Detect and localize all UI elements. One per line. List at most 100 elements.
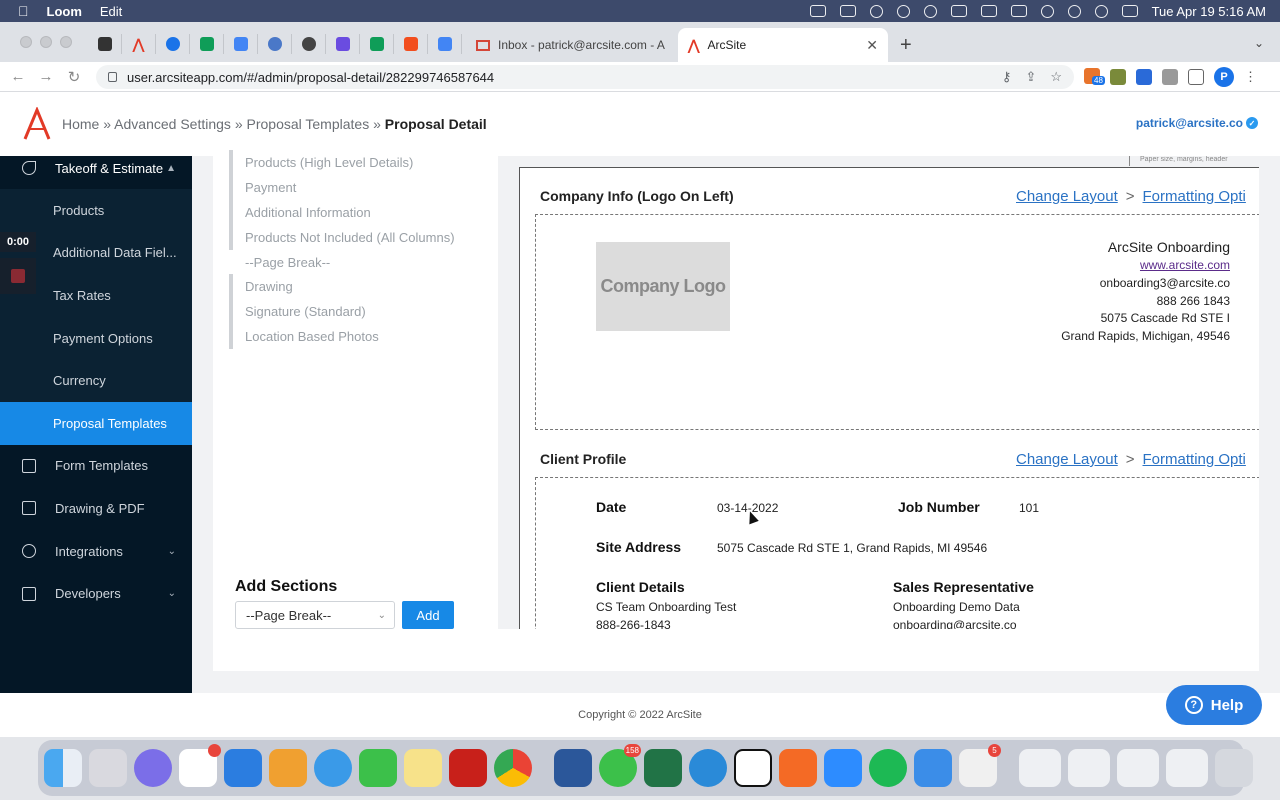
back-icon[interactable]: ← — [4, 68, 32, 85]
list-item[interactable]: Payment — [229, 174, 469, 200]
change-layout-link[interactable]: Change Layout — [1016, 188, 1118, 205]
section-type-select[interactable]: --Page Break-- ⌄ — [235, 601, 395, 629]
finder-icon[interactable] — [44, 749, 82, 787]
sidebar-item-drawing-pdf[interactable]: Drawing & PDF — [0, 487, 192, 530]
pinned-tab[interactable] — [190, 34, 224, 54]
window-thumbnail[interactable] — [1117, 749, 1159, 787]
bluetooth-icon[interactable] — [869, 4, 883, 18]
extension-icon[interactable]: 48 — [1084, 67, 1105, 87]
window-thumbnail[interactable] — [1166, 749, 1208, 787]
formatting-options-link[interactable]: Formatting Opti — [1143, 188, 1246, 205]
word-icon[interactable] — [554, 749, 592, 787]
pages-icon[interactable] — [269, 749, 307, 787]
tab-search-chevron-icon[interactable]: ⌄ — [1254, 36, 1264, 50]
help-button[interactable]: ? Help — [1166, 685, 1262, 725]
zoom-icon[interactable] — [824, 749, 862, 787]
menu-app-name[interactable]: Loom — [47, 4, 82, 19]
sidebar-item-integrations[interactable]: Integrations ⌄ — [0, 530, 192, 573]
minimize-window-icon[interactable] — [40, 36, 52, 48]
list-item[interactable]: Location Based Photos — [229, 324, 469, 350]
loom-icon[interactable] — [134, 749, 172, 787]
volume-icon[interactable] — [950, 5, 967, 17]
reload-icon[interactable]: ↻ — [60, 68, 88, 86]
slack-icon[interactable] — [179, 744, 221, 787]
tasks-icon[interactable] — [839, 5, 856, 17]
list-item[interactable]: --Page Break-- — [229, 250, 469, 275]
pinned-tab[interactable] — [156, 34, 190, 54]
notion-icon[interactable] — [734, 749, 772, 787]
sidepanel-icon[interactable] — [1188, 69, 1204, 85]
pinned-tab[interactable] — [360, 34, 394, 54]
acrobat-icon[interactable] — [449, 749, 487, 787]
url-field[interactable]: user.arcsiteapp.com/#/admin/proposal-det… — [96, 65, 1074, 89]
numbers-icon[interactable] — [359, 749, 397, 787]
control-center-icon[interactable] — [1121, 5, 1138, 17]
user-icon[interactable] — [1067, 4, 1081, 18]
new-tab-button[interactable]: + — [900, 34, 912, 57]
battery-icon[interactable] — [1010, 5, 1027, 17]
sidebar-item-developers[interactable]: Developers ⌄ — [0, 572, 192, 615]
change-layout-link[interactable]: Change Layout — [1016, 451, 1118, 468]
pinned-tab[interactable]: ⋀ — [122, 34, 156, 54]
tasks-app-icon[interactable]: 5 — [959, 744, 1001, 787]
window-thumbnail[interactable] — [1068, 749, 1110, 787]
client-profile-block[interactable]: Date 03-14-2022 Job Number 101 Site Addr… — [535, 477, 1259, 629]
bookmark-star-icon[interactable]: ☆ — [1050, 69, 1062, 85]
spotify-icon[interactable] — [869, 749, 907, 787]
edge-icon[interactable] — [689, 749, 727, 787]
pinned-tab[interactable] — [292, 34, 326, 54]
profile-avatar[interactable]: P — [1214, 67, 1234, 87]
kebab-menu-icon[interactable]: ⋮ — [1244, 69, 1257, 85]
close-window-icon[interactable] — [20, 36, 32, 48]
apple-menu-icon[interactable]:  — [18, 3, 29, 19]
add-section-button[interactable]: Add — [402, 601, 454, 629]
excel-icon[interactable] — [644, 749, 682, 787]
menu-edit[interactable]: Edit — [100, 4, 122, 19]
share-icon[interactable]: ⇪ — [1025, 69, 1036, 85]
airdrop-icon[interactable] — [896, 4, 910, 18]
launchpad-icon[interactable] — [89, 749, 127, 787]
puzzle-icon[interactable] — [1162, 69, 1178, 85]
zoom-window-icon[interactable] — [60, 36, 72, 48]
search-icon[interactable] — [1094, 4, 1108, 18]
list-item[interactable]: Signature (Standard) — [229, 299, 469, 325]
sidebar-item-proposal-templates[interactable]: Proposal Templates — [0, 401, 192, 445]
notes-icon[interactable] — [404, 749, 442, 787]
list-item[interactable]: Drawing — [229, 274, 469, 300]
arcsite-logo[interactable] — [22, 106, 52, 141]
paper-settings-hint[interactable]: Paper size, margins, header — [1129, 156, 1259, 166]
extension-icon[interactable] — [1110, 69, 1126, 85]
company-website-link[interactable]: www.arcsite.com — [1061, 257, 1230, 275]
close-tab-icon[interactable]: ✕ — [866, 37, 878, 54]
keyboard-icon[interactable] — [980, 5, 997, 17]
breadcrumb-advanced-settings[interactable]: Advanced Settings — [114, 116, 231, 132]
mail-icon[interactable] — [914, 749, 952, 787]
window-thumbnail[interactable] — [1019, 749, 1061, 787]
extension-icon[interactable] — [1136, 69, 1152, 85]
user-account-link[interactable]: patrick@arcsite.co ✓ — [1136, 116, 1258, 130]
pinned-tab[interactable] — [88, 34, 122, 54]
sidebar-item-currency[interactable]: Currency — [0, 359, 192, 402]
list-item[interactable]: Additional Information — [229, 199, 469, 225]
tab-gmail-inbox[interactable]: Inbox - patrick@arcsite.com - A — [466, 28, 676, 62]
company-info-block[interactable]: Company Logo ArcSite Onboarding www.arcs… — [535, 214, 1259, 430]
key-icon[interactable]: ⚷ — [1002, 69, 1012, 85]
play-icon[interactable] — [923, 4, 937, 18]
list-item[interactable]: Products (High Level Details) — [229, 150, 469, 175]
menubar-clock[interactable]: Tue Apr 19 5:16 AM — [1152, 4, 1266, 19]
chrome-icon[interactable] — [494, 749, 532, 787]
pinned-tab[interactable] — [258, 34, 292, 54]
screen-record-icon[interactable] — [809, 5, 826, 17]
list-item[interactable]: Products Not Included (All Columns) — [229, 224, 469, 250]
tab-arcsite[interactable]: ⋀ ArcSite ✕ — [678, 28, 888, 62]
formatting-options-link[interactable]: Formatting Opti — [1143, 451, 1246, 468]
pinned-tab[interactable] — [224, 34, 258, 54]
pinned-tab[interactable] — [326, 34, 360, 54]
sidebar-item-takeoff-estimate[interactable]: Takeoff & Estimate ▲ — [0, 156, 192, 180]
loom-timer[interactable]: 0:00 — [0, 232, 36, 252]
keynote-icon[interactable] — [224, 749, 262, 787]
breadcrumb-proposal-templates[interactable]: Proposal Templates — [247, 116, 370, 132]
sidebar-item-payment-options[interactable]: Payment Options — [0, 316, 192, 360]
wifi-icon[interactable] — [1040, 4, 1054, 18]
loom-stop-icon[interactable] — [0, 258, 36, 294]
